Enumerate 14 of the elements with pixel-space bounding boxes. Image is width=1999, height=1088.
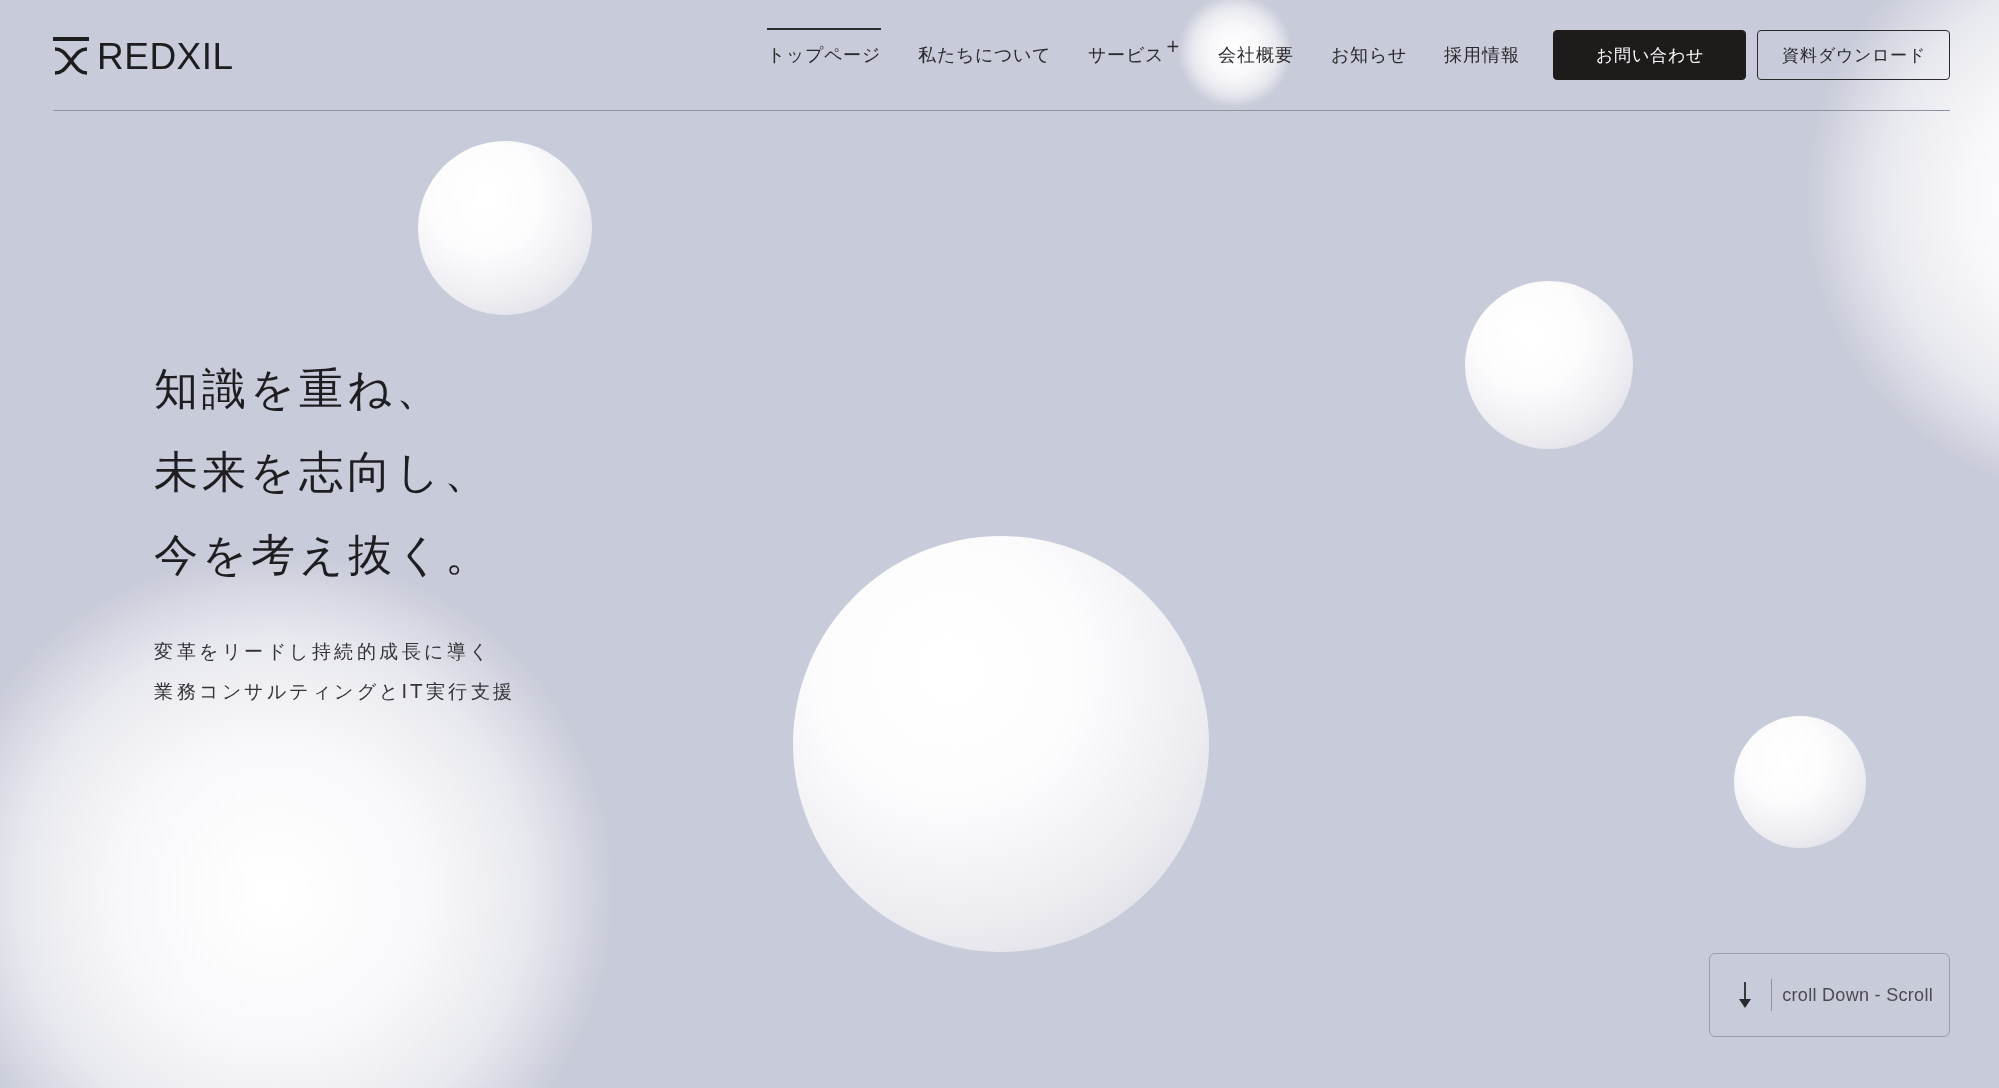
hero-subtitle: 変革をリードし持続的成長に導く 業務コンサルティングとIT実行支援 [154, 639, 516, 704]
nav-link[interactable]: 会社概要 [1218, 28, 1294, 82]
nav-link[interactable]: 採用情報 [1444, 28, 1520, 82]
contact-button[interactable]: お問い合わせ [1553, 30, 1746, 80]
nav-link[interactable]: 私たちについて [917, 28, 1051, 82]
scroll-down-button[interactable]: croll Down - Scroll [1709, 953, 1950, 1037]
logo-text: REDXIL [97, 37, 234, 75]
nav-link[interactable]: トップページ [766, 28, 881, 82]
arrow-down-icon [1738, 982, 1753, 1008]
logo-icon [53, 37, 89, 75]
nav-link[interactable]: お知らせ [1331, 28, 1407, 82]
hero-headline: 知識を重ね、 未来を志向し、 今を考え抜く。 [154, 364, 493, 582]
logo[interactable]: REDXIL [53, 35, 234, 75]
download-button[interactable]: 資料ダウンロード [1757, 30, 1950, 80]
